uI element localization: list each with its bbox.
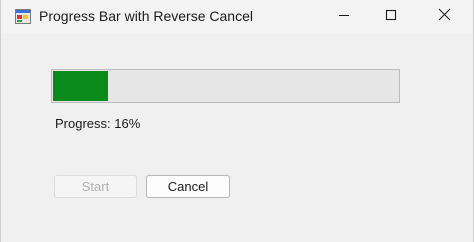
progress-bar — [51, 69, 400, 103]
app-window: Progress Bar with Reverse Cancel Progres… — [0, 0, 474, 242]
close-button[interactable] — [421, 0, 467, 33]
close-icon — [438, 8, 451, 26]
window-title: Progress Bar with Reverse Cancel — [39, 8, 253, 24]
progress-label: Progress: 16% — [55, 116, 141, 131]
progress-bar-fill — [53, 71, 108, 101]
cancel-button[interactable]: Cancel — [146, 175, 230, 198]
minimize-button[interactable] — [321, 0, 367, 33]
minimize-icon — [338, 8, 350, 26]
app-window-icon — [15, 9, 31, 24]
maximize-icon — [385, 8, 397, 26]
title-bar[interactable]: Progress Bar with Reverse Cancel — [1, 0, 473, 33]
start-button[interactable]: Start — [54, 175, 137, 198]
maximize-button[interactable] — [368, 0, 414, 33]
